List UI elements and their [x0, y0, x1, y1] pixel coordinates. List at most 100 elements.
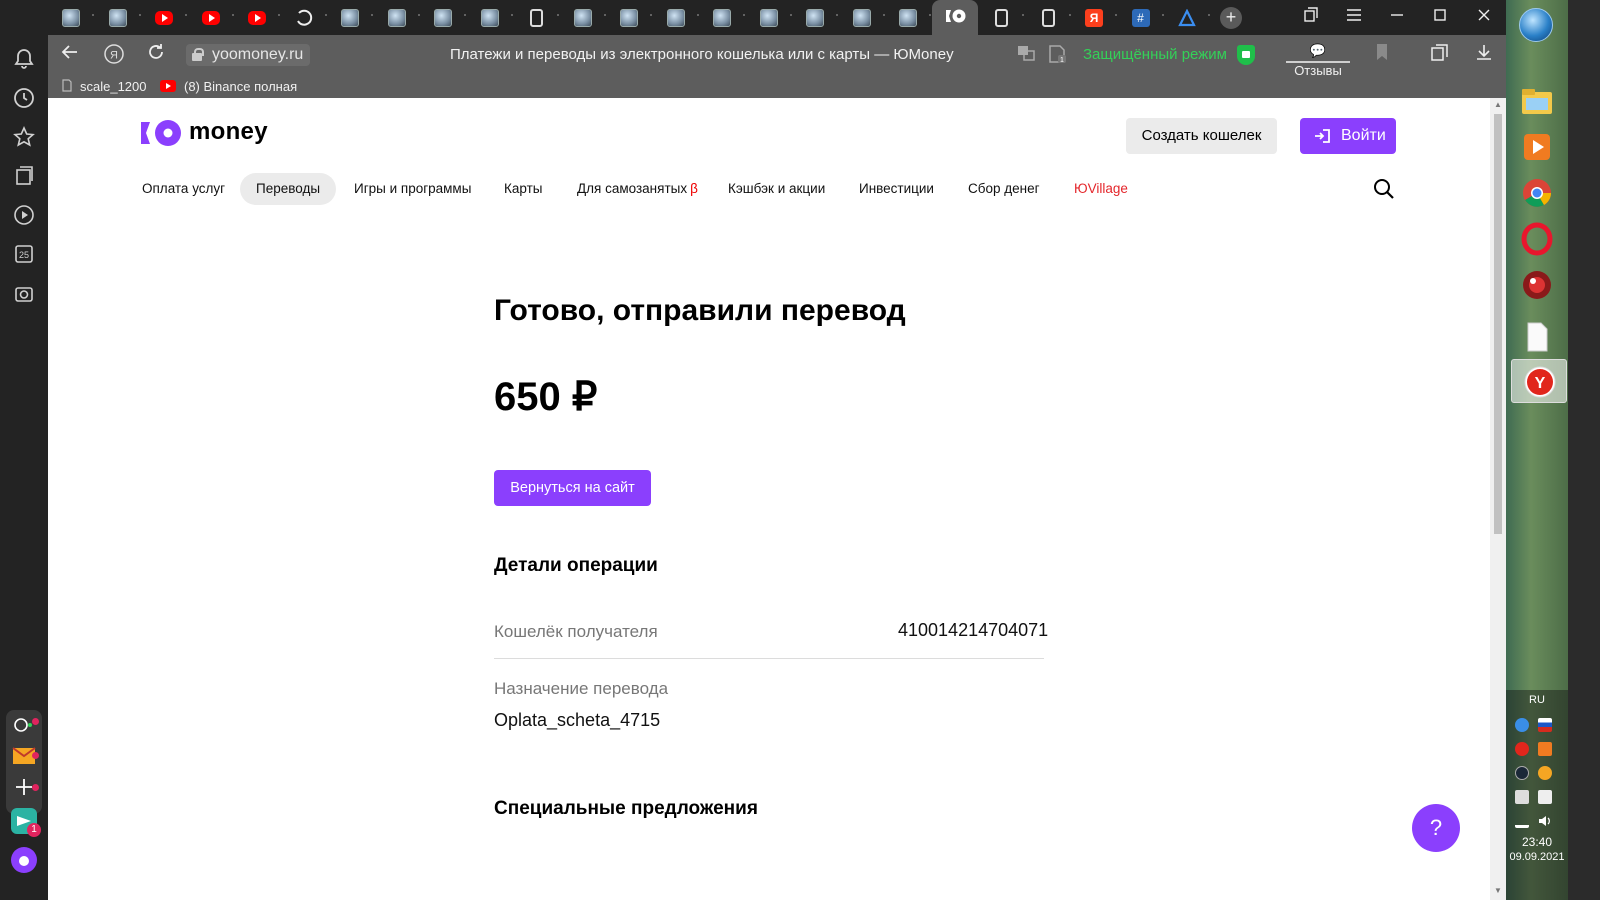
- volume-icon[interactable]: [1538, 814, 1552, 828]
- hash-favicon-icon: #: [1131, 9, 1150, 27]
- help-button[interactable]: ?: [1412, 804, 1460, 852]
- browser-tab[interactable]: Я: [1071, 0, 1117, 35]
- browser-tab[interactable]: [931, 0, 978, 35]
- browser-tab[interactable]: [420, 0, 466, 35]
- create-wallet-button[interactable]: Создать кошелек: [1126, 118, 1277, 154]
- browser-tab[interactable]: #: [1118, 0, 1164, 35]
- clock-time[interactable]: 23:40: [1506, 835, 1568, 849]
- browser-tab[interactable]: [467, 0, 513, 35]
- nav-item-fundraising[interactable]: Сбор денег: [968, 173, 1040, 205]
- tab-collections-icon[interactable]: [1300, 7, 1322, 29]
- browser-tab[interactable]: [374, 0, 420, 35]
- alice-assistant-icon[interactable]: [10, 846, 38, 874]
- file-explorer-icon[interactable]: [1520, 84, 1554, 118]
- browser-tab[interactable]: [234, 0, 280, 35]
- nav-item-cashback[interactable]: Кэшбэк и акции: [728, 173, 825, 205]
- nav-item-services[interactable]: Оплата услуг: [142, 173, 225, 205]
- browser-tab[interactable]: [1164, 0, 1210, 35]
- nav-item-games[interactable]: Игры и программы: [354, 173, 471, 205]
- reload-icon[interactable]: [144, 43, 168, 67]
- browser-tab[interactable]: [978, 0, 1024, 35]
- translate-icon[interactable]: [1014, 43, 1038, 67]
- return-to-site-button[interactable]: Вернуться на сайт: [494, 470, 651, 506]
- sun-tray-icon[interactable]: [1538, 766, 1552, 780]
- nav-item-transfers[interactable]: Переводы: [240, 173, 337, 205]
- browser-tab[interactable]: [95, 0, 141, 35]
- browser-tab[interactable]: [281, 0, 327, 35]
- nav-item-youvillage[interactable]: ЮVillage: [1074, 173, 1128, 205]
- browser-tab[interactable]: [188, 0, 234, 35]
- alice-toggle-icon[interactable]: [12, 714, 36, 738]
- bookmark-flag-icon[interactable]: [1370, 43, 1394, 67]
- document-favicon-icon: [530, 9, 543, 27]
- browser-tab[interactable]: [48, 0, 94, 35]
- avast-tray-icon[interactable]: [1538, 742, 1552, 756]
- yandex-browser-taskbar-icon[interactable]: Y: [1511, 359, 1567, 403]
- downloads-icon[interactable]: [1472, 43, 1496, 67]
- browser-tab[interactable]: [513, 0, 559, 35]
- nav-label: Карты: [504, 181, 543, 196]
- collections-toolbar-icon[interactable]: [1428, 43, 1452, 67]
- chrome-icon[interactable]: [1520, 176, 1554, 210]
- bookmark-item[interactable]: (8) Binance полная: [160, 78, 298, 96]
- hamburger-menu-icon[interactable]: [1343, 7, 1365, 29]
- bookmark-item[interactable]: scale_1200: [62, 78, 147, 96]
- url-field[interactable]: yoomoney.ru: [186, 44, 310, 66]
- nav-item-investments[interactable]: Инвестиции: [859, 173, 934, 205]
- yandex-home-icon[interactable]: Я: [102, 43, 126, 67]
- scroll-down-arrow-icon[interactable]: ▼: [1493, 886, 1503, 896]
- cloud-icon[interactable]: [1515, 718, 1529, 732]
- back-arrow-icon[interactable]: [58, 43, 82, 67]
- yandex-tray-icon[interactable]: [1515, 742, 1529, 756]
- page-scrollbar[interactable]: ▲ ▼: [1490, 98, 1506, 900]
- opera-icon[interactable]: [1520, 222, 1554, 256]
- protect-extension-icon[interactable]: 1: [1045, 43, 1069, 67]
- secure-mode-label[interactable]: Защищённый режим: [1083, 46, 1227, 63]
- login-button[interactable]: Войти: [1300, 118, 1396, 154]
- shield-icon[interactable]: [1237, 45, 1255, 65]
- scroll-up-arrow-icon[interactable]: ▲: [1493, 100, 1503, 110]
- notifications-bell-icon[interactable]: [12, 48, 36, 72]
- globe-favicon-icon: [573, 9, 592, 27]
- document-icon[interactable]: [1520, 320, 1554, 354]
- reviews-button[interactable]: 💬 Отзывы: [1286, 41, 1350, 78]
- browser-tab[interactable]: [606, 0, 652, 35]
- clock-date[interactable]: 09.09.2021: [1506, 851, 1568, 863]
- browser-tab[interactable]: [699, 0, 745, 35]
- transfer-purpose-value: Oplata_scheta_4715: [494, 710, 661, 730]
- steam-tray-icon[interactable]: [1515, 766, 1529, 780]
- history-clock-icon[interactable]: [12, 87, 36, 111]
- globe-favicon-icon: [62, 9, 80, 27]
- network-error-icon[interactable]: [1515, 790, 1529, 804]
- browser-tab[interactable]: [141, 0, 187, 35]
- collections-icon[interactable]: [12, 165, 36, 189]
- close-window-icon[interactable]: [1473, 7, 1495, 29]
- game-app-icon[interactable]: [1520, 268, 1554, 302]
- scroll-thumb[interactable]: [1494, 114, 1502, 534]
- browser-tab[interactable]: [792, 0, 838, 35]
- video-play-icon[interactable]: [12, 204, 36, 228]
- bookmarks-star-icon[interactable]: [12, 126, 36, 150]
- flag-ru-icon[interactable]: [1538, 718, 1552, 732]
- screenshot-camera-icon[interactable]: [12, 283, 36, 307]
- minimize-icon[interactable]: [1386, 7, 1408, 29]
- browser-tab[interactable]: [1025, 0, 1071, 35]
- browser-tab[interactable]: [746, 0, 792, 35]
- clipboard-tray-icon[interactable]: [1538, 790, 1552, 804]
- browser-tab[interactable]: [885, 0, 931, 35]
- start-button-icon[interactable]: [1519, 8, 1553, 42]
- language-indicator[interactable]: RU: [1506, 694, 1568, 706]
- media-player-icon[interactable]: [1520, 130, 1554, 164]
- calendar-icon[interactable]: 25: [12, 243, 36, 267]
- browser-tab[interactable]: [839, 0, 885, 35]
- browser-tab[interactable]: [653, 0, 699, 35]
- nav-item-cards[interactable]: Карты: [504, 173, 542, 205]
- search-icon[interactable]: [1373, 178, 1395, 200]
- browser-tab[interactable]: [327, 0, 373, 35]
- new-tab-button[interactable]: +: [1220, 7, 1242, 29]
- maximize-icon[interactable]: [1429, 7, 1451, 29]
- signal-icon[interactable]: [1515, 814, 1529, 828]
- nav-item-self-employed[interactable]: Для самозанятых β: [577, 173, 698, 205]
- lock-icon: [192, 48, 204, 61]
- browser-tab[interactable]: [560, 0, 606, 35]
